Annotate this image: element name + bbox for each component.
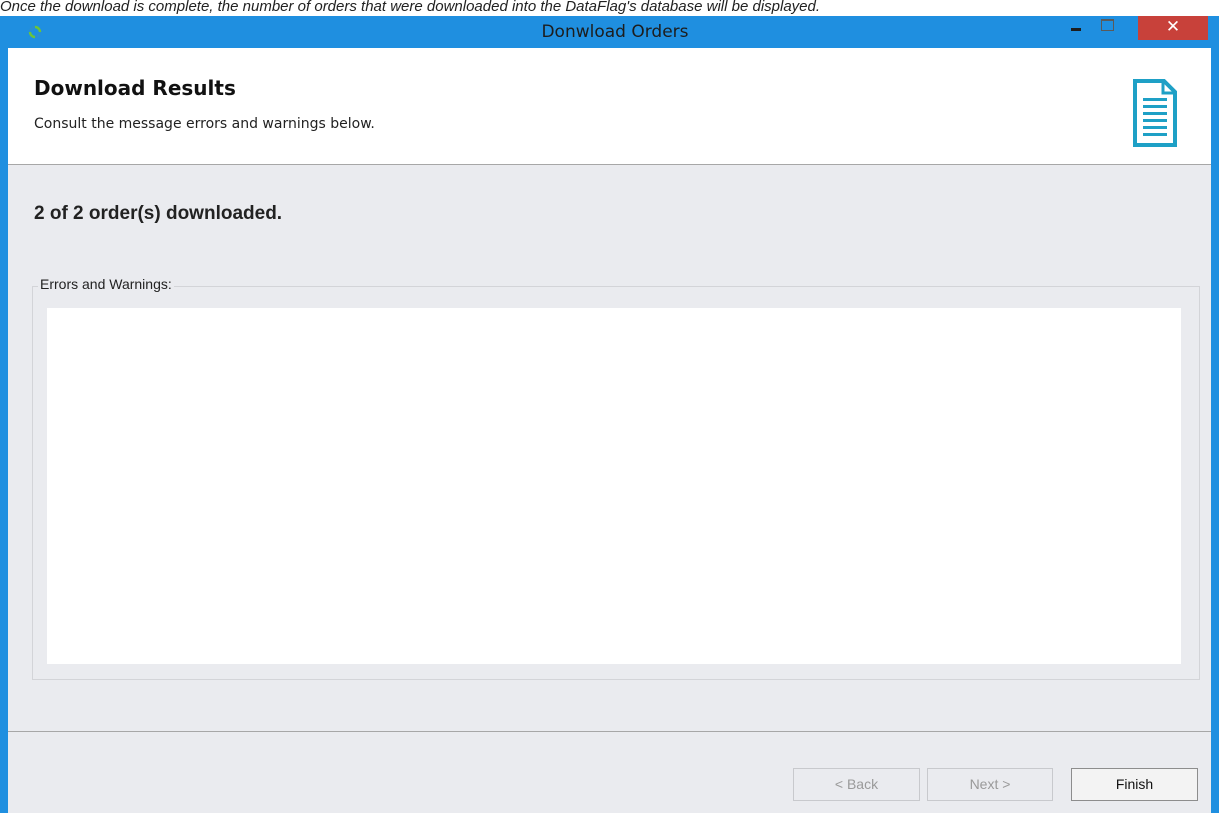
maximize-button[interactable] [1093,16,1121,40]
download-orders-window: Donwload Orders ✕ Download Results Consu… [0,16,1219,813]
title-bar[interactable]: Donwload Orders ✕ [0,16,1219,48]
page-caption: Once the download is complete, the numbe… [0,0,821,15]
back-button[interactable]: < Back [793,768,920,801]
finish-button[interactable]: Finish [1071,768,1198,801]
download-summary: 2 of 2 order(s) downloaded. [34,203,283,224]
window-title: Donwload Orders [541,22,689,42]
close-icon: ✕ [1165,17,1181,37]
next-button[interactable]: Next > [927,768,1053,801]
close-button[interactable]: ✕ [1138,16,1208,40]
document-icon [1133,79,1177,147]
page-subtitle: Consult the message errors and warnings … [34,116,375,132]
minimize-button[interactable] [1063,16,1089,40]
wizard-header: Download Results Consult the message err… [8,48,1211,165]
wizard-client-area: Download Results Consult the message err… [8,48,1211,813]
maximize-icon [1101,19,1114,31]
minimize-icon [1071,28,1081,31]
page-title: Download Results [34,76,236,100]
footer-divider [8,731,1211,732]
errors-warnings-label: Errors and Warnings: [38,276,174,292]
errors-warnings-list[interactable] [47,308,1181,664]
